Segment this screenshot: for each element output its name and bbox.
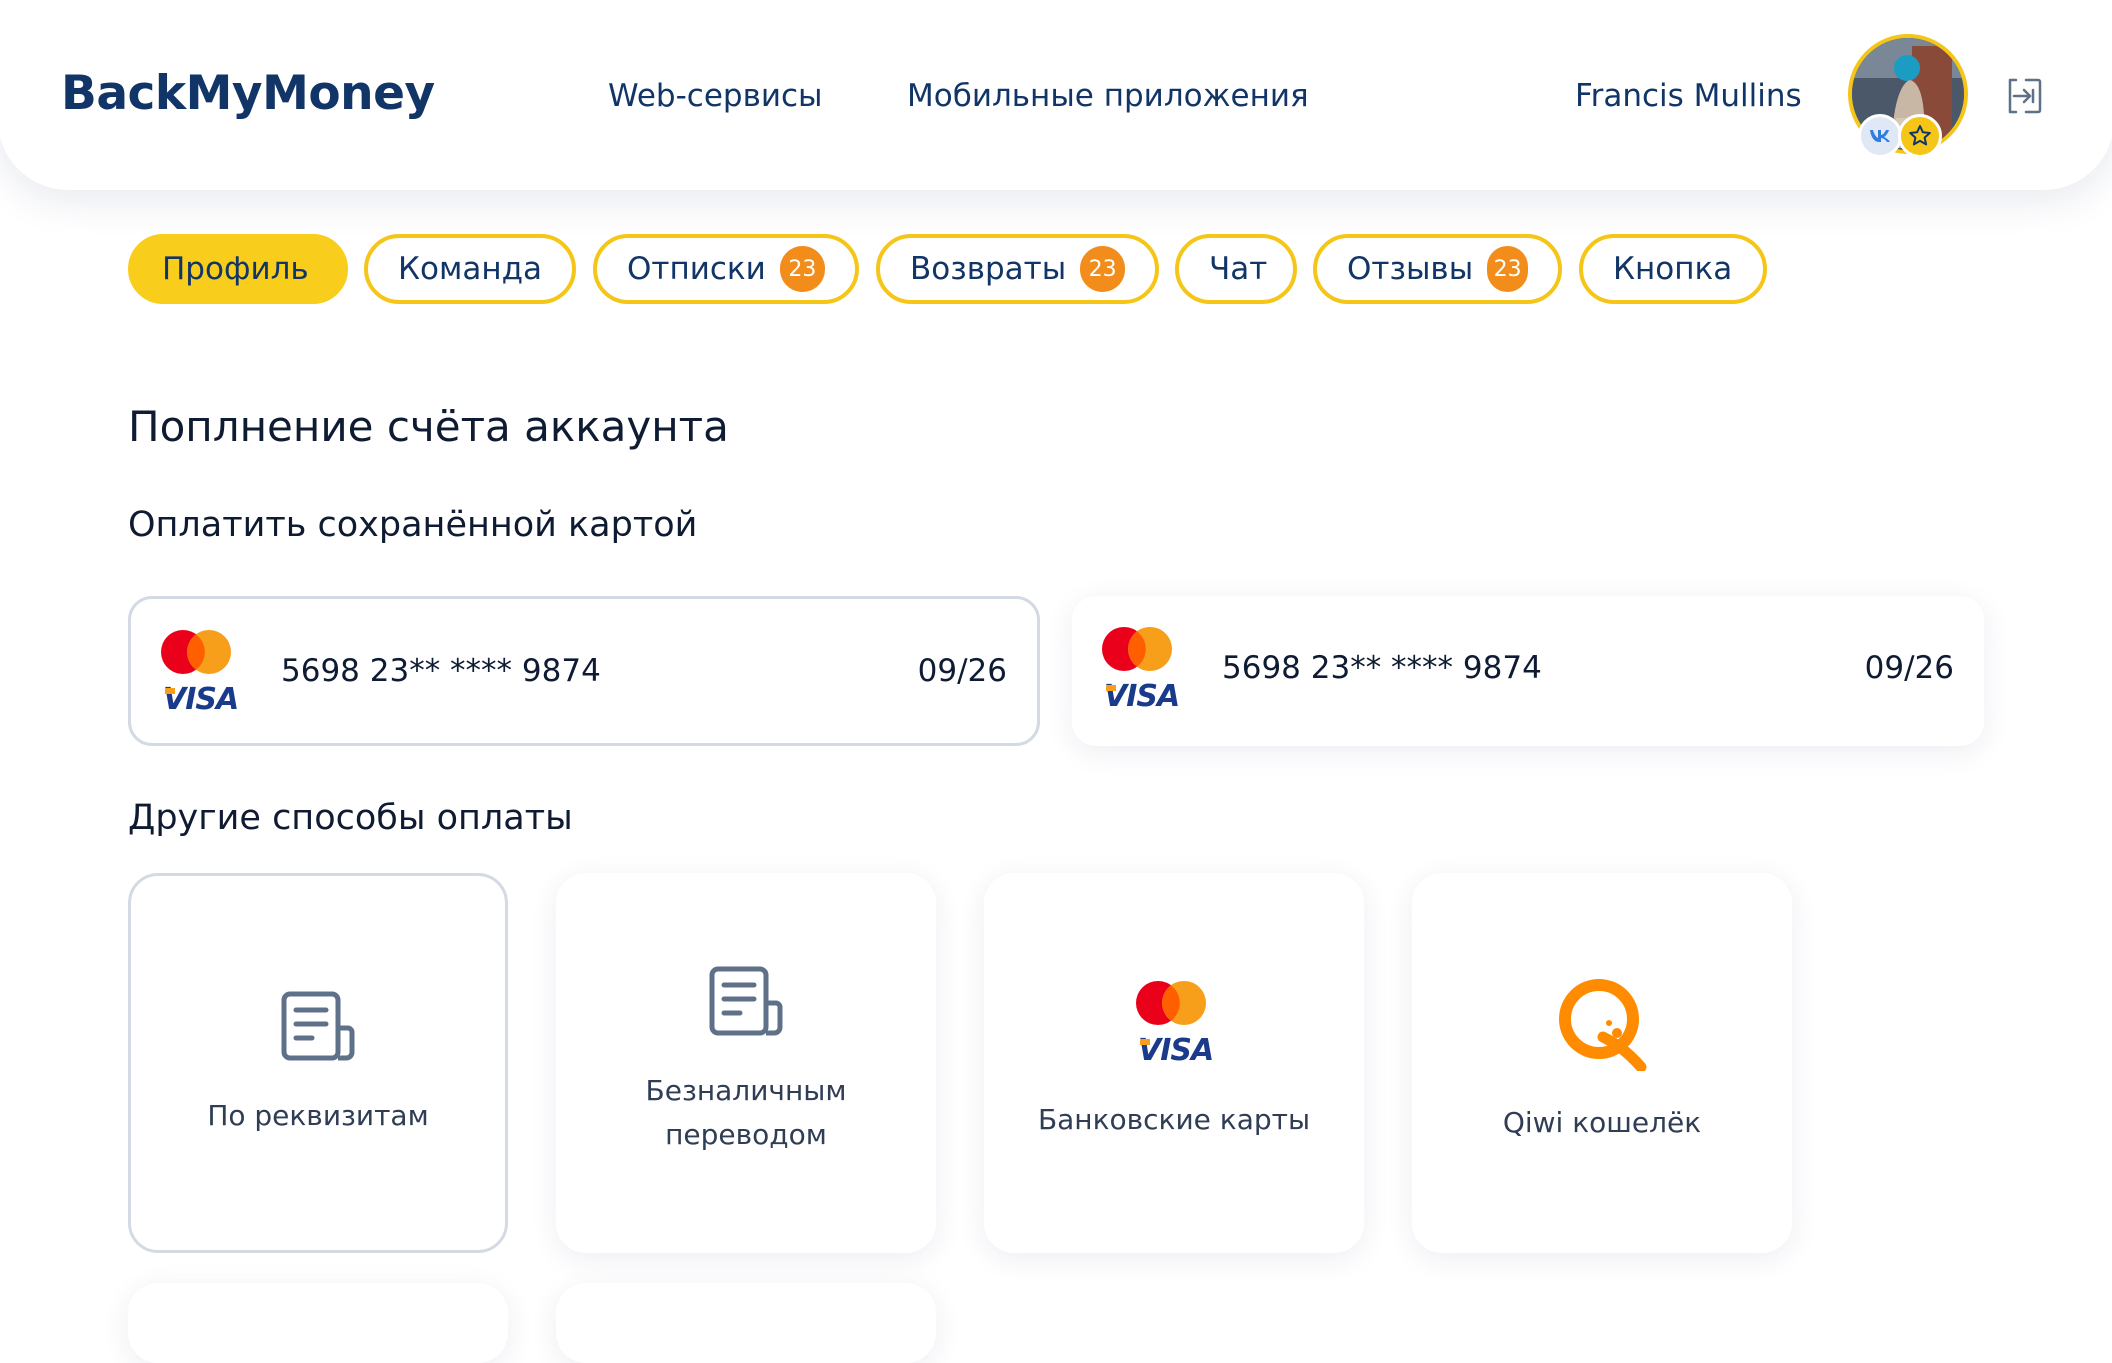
- mastercard-visa-icon: VISA: [1136, 979, 1214, 1068]
- tab-label: Профиль: [162, 251, 309, 287]
- tab-label: Чат: [1209, 251, 1268, 287]
- count-badge: 23: [1080, 246, 1125, 292]
- nav-web-services[interactable]: Web-сервисы: [608, 78, 823, 114]
- qiwi-icon: [1557, 977, 1647, 1075]
- tab-chat[interactable]: Чат: [1175, 234, 1297, 304]
- method-label: Банковские карты: [1037, 1103, 1311, 1136]
- visa-accent: [1140, 1039, 1150, 1045]
- card-expiry: 09/26: [917, 653, 1007, 689]
- tab-label: Команда: [398, 251, 543, 287]
- brand-logo[interactable]: BackMyMoney: [61, 66, 435, 121]
- method-cashless-transfer[interactable]: Безналичным переводом: [556, 873, 936, 1253]
- method-label-line2: переводом: [665, 1118, 827, 1151]
- method-qiwi[interactable]: Qiwi кошелёк: [1412, 873, 1792, 1253]
- saved-card[interactable]: VISA 5698 23** **** 9874 09/26: [128, 596, 1040, 746]
- tab-refunds[interactable]: Возвраты 23: [876, 234, 1159, 304]
- visa-accent: [1106, 685, 1116, 691]
- tab-button[interactable]: Кнопка: [1579, 234, 1767, 304]
- method-label-line1: Безналичным: [645, 1074, 847, 1107]
- tab-label: Отзывы: [1347, 251, 1474, 287]
- page-title: Поплнение счёта аккаунта: [128, 402, 729, 451]
- other-methods-heading: Другие способы оплаты: [128, 798, 573, 838]
- tab-profile[interactable]: Профиль: [128, 234, 348, 304]
- saved-cards-heading: Оплатить сохранённой картой: [128, 505, 698, 545]
- method-label: По реквизитам: [207, 1099, 429, 1132]
- count-badge: 23: [1487, 246, 1528, 292]
- saved-card[interactable]: VISA 5698 23** **** 9874 09/26: [1072, 596, 1984, 746]
- tab-reviews[interactable]: Отзывы 23: [1313, 234, 1562, 304]
- document-icon: [708, 965, 784, 1041]
- nav-mobile-apps[interactable]: Мобильные приложения: [907, 78, 1309, 114]
- user-name[interactable]: Francis Mullins: [1575, 78, 1802, 114]
- logout-icon[interactable]: [2004, 76, 2044, 116]
- mastercard-visa-icon: VISA: [161, 628, 239, 717]
- tab-unsubscribes[interactable]: Отписки 23: [593, 234, 859, 304]
- method-bank-cards[interactable]: VISA Банковские карты: [984, 873, 1364, 1253]
- method-requisites[interactable]: По реквизитам: [128, 873, 508, 1253]
- tab-label: Возвраты: [910, 251, 1067, 287]
- tab-team[interactable]: Команда: [364, 234, 576, 304]
- method-tile-partial[interactable]: [556, 1283, 936, 1363]
- method-tile-partial[interactable]: [128, 1283, 508, 1363]
- vk-icon: [1858, 114, 1902, 158]
- card-expiry: 09/26: [1864, 650, 1954, 686]
- method-label: Qiwi кошелёк: [1502, 1106, 1702, 1139]
- count-badge: 23: [779, 246, 825, 292]
- star-icon: [1898, 114, 1942, 158]
- tab-label: Кнопка: [1613, 251, 1733, 287]
- document-icon: [280, 990, 356, 1066]
- mastercard-visa-icon: VISA: [1102, 625, 1180, 714]
- tab-label: Отписки: [627, 251, 766, 287]
- avatar[interactable]: [1848, 34, 1968, 158]
- visa-accent: [165, 688, 175, 694]
- card-number: 5698 23** **** 9874: [281, 653, 601, 689]
- card-number: 5698 23** **** 9874: [1222, 650, 1542, 686]
